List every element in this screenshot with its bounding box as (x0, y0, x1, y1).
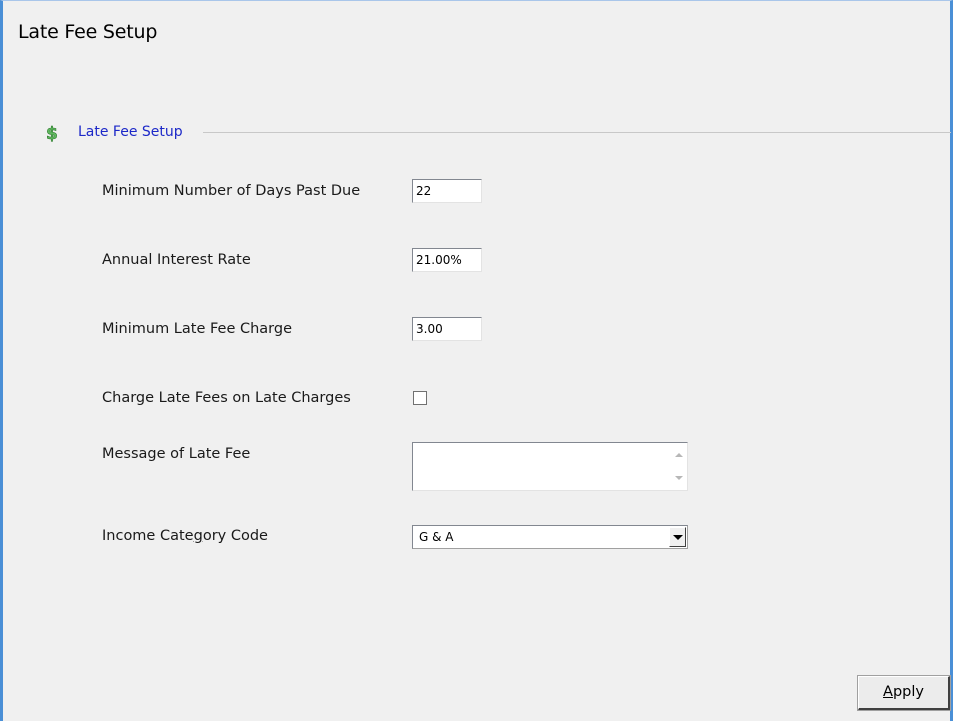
svg-text:$: $ (46, 124, 58, 143)
income-category-value: G & A (419, 530, 454, 544)
message-textarea[interactable] (412, 442, 688, 491)
charge-on-late-label: Charge Late Fees on Late Charges (102, 390, 351, 406)
interest-rate-input[interactable]: 21.00% (412, 248, 482, 272)
message-label: Message of Late Fee (102, 446, 251, 462)
min-charge-input[interactable]: 3.00 (412, 317, 482, 341)
income-category-select[interactable]: G & A (412, 525, 688, 549)
scroll-up-arrow-icon[interactable] (675, 453, 683, 457)
income-category-label-part1: Income Cate (102, 528, 194, 544)
page-title: Late Fee Setup (18, 21, 158, 43)
income-category-label: Income Category Code (102, 528, 268, 544)
apply-button-mnemonic: A (883, 684, 893, 700)
group-header: $ Late Fee Setup (44, 123, 951, 145)
chevron-down-icon[interactable] (669, 527, 686, 547)
message-scrollbar[interactable] (670, 443, 687, 490)
apply-button-label: pply (892, 684, 924, 700)
late-fee-setup-window: Late Fee Setup $ Late Fee Setup Minimum … (0, 0, 953, 721)
income-category-label-part3: ry Code (211, 528, 268, 544)
dollar-sign-icon: $ (44, 123, 62, 145)
income-category-label-mnemonic: g (193, 528, 203, 544)
min-days-input[interactable]: 22 (412, 179, 482, 203)
min-days-label: Minimum Number of Days Past Due (102, 183, 361, 199)
group-label: Late Fee Setup (78, 124, 183, 140)
scroll-down-arrow-icon[interactable] (675, 476, 683, 480)
charge-on-late-checkbox[interactable] (413, 391, 427, 405)
income-category-label-part2: o (202, 528, 212, 544)
interest-rate-label: Annual Interest Rate (102, 252, 251, 268)
apply-button[interactable]: Apply (857, 675, 951, 711)
min-charge-label: Minimum Late Fee Charge (102, 321, 293, 337)
group-divider (203, 132, 951, 133)
